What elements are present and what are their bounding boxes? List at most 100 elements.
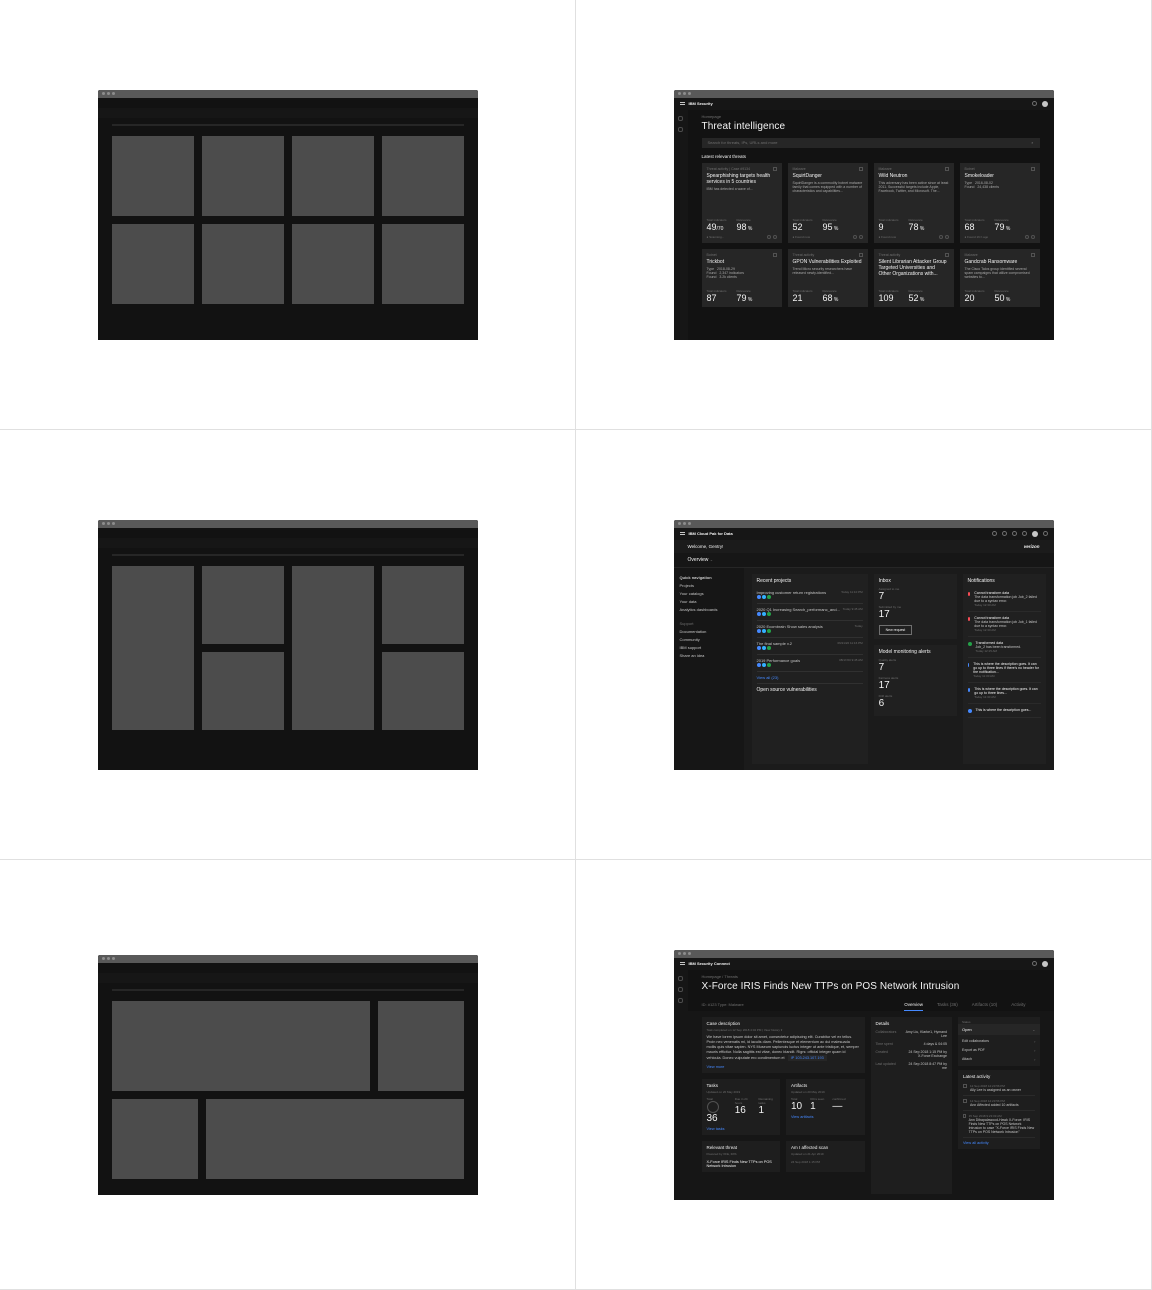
bookmark-icon[interactable] bbox=[1031, 167, 1035, 171]
left-rail bbox=[674, 970, 688, 1200]
checkbox-icon[interactable] bbox=[963, 1114, 966, 1118]
affected-panel: Am I affected scan Updated on 21 Apr 201… bbox=[786, 1141, 865, 1172]
nav-item[interactable]: Your data bbox=[680, 598, 738, 606]
notification-item[interactable]: Cannot transform dataThe data transforma… bbox=[968, 612, 1041, 637]
bookmark-icon[interactable] bbox=[1031, 253, 1035, 257]
monitoring-panel: Model monitoring alerts Quality alerts7F… bbox=[874, 645, 957, 716]
task-stat: Due in 24 hours16 bbox=[735, 1097, 751, 1124]
panel-title: Case description bbox=[707, 1021, 860, 1026]
wireframe-1 bbox=[98, 90, 478, 340]
search-icon[interactable] bbox=[992, 531, 997, 536]
cell-wireframe-3 bbox=[0, 860, 576, 1290]
view-icon[interactable] bbox=[1025, 235, 1029, 239]
notification-item[interactable]: Transformed dataJob_2 has been transform… bbox=[968, 637, 1041, 658]
status-dropdown[interactable]: Open⌄ bbox=[958, 1024, 1040, 1035]
project-row[interactable]: Improving customer return registrations … bbox=[757, 587, 863, 604]
header-bar bbox=[98, 973, 478, 983]
new-request-button[interactable]: New request bbox=[879, 625, 913, 635]
nav-item[interactable]: Your catalogs bbox=[680, 590, 738, 598]
notification-item[interactable]: This is where the description goes. It c… bbox=[968, 658, 1041, 683]
support-item[interactable]: IBM support bbox=[680, 644, 738, 652]
bookmark-icon[interactable] bbox=[773, 253, 777, 257]
bell-icon[interactable] bbox=[1032, 101, 1037, 106]
tab-activity[interactable]: Activity bbox=[1011, 1002, 1025, 1011]
partner-logo: verizon bbox=[1024, 544, 1040, 549]
share-icon[interactable] bbox=[1031, 235, 1035, 239]
threat-card[interactable]: Threat activity Silent Librarian Attacke… bbox=[874, 249, 954, 307]
nav-item[interactable]: Analytics dashboards bbox=[680, 606, 738, 614]
threat-card[interactable]: Threat activity | Case #9134 Spearphishi… bbox=[702, 163, 782, 243]
nav-item[interactable]: Projects bbox=[680, 582, 738, 590]
apps-icon[interactable] bbox=[1043, 531, 1048, 536]
view-activity-link[interactable]: View all activity bbox=[963, 1141, 1035, 1145]
checkbox-icon[interactable] bbox=[963, 1099, 967, 1103]
notification-item[interactable]: Cannot transform dataThe data transforma… bbox=[968, 587, 1041, 612]
rail-icon[interactable] bbox=[678, 998, 683, 1003]
view-more-link[interactable]: View more bbox=[707, 1065, 860, 1069]
ip-chip[interactable]: IP 103.243.107.193 bbox=[788, 1055, 827, 1061]
avatar[interactable] bbox=[1042, 961, 1048, 967]
view-icon[interactable] bbox=[939, 235, 943, 239]
threat-card[interactable]: Botnet SmokeloaderType 2016-08-02Found 2… bbox=[960, 163, 1040, 243]
menu-icon[interactable] bbox=[680, 962, 685, 965]
bookmark-icon[interactable] bbox=[945, 253, 949, 257]
view-artifacts-link[interactable]: View artifacts bbox=[791, 1115, 860, 1119]
share-icon[interactable] bbox=[859, 235, 863, 239]
panel-title: Notifications bbox=[968, 578, 1041, 584]
detail-field: Time spent4 days & 04:05 bbox=[876, 1040, 948, 1048]
action-item[interactable]: Edit collaborators› bbox=[962, 1037, 1036, 1046]
project-row[interactable]: 2019 Performance goals 08/17/20 9:45 AM bbox=[757, 655, 863, 672]
breadcrumb[interactable]: Homepage bbox=[688, 110, 1054, 119]
notification-item[interactable]: This is where the description goes. It c… bbox=[968, 683, 1041, 704]
bookmark-icon[interactable] bbox=[773, 167, 777, 171]
tab-overview[interactable]: Overview bbox=[904, 1002, 923, 1011]
rail-icon[interactable] bbox=[678, 987, 683, 992]
rail-icon[interactable] bbox=[678, 127, 683, 132]
tab-tasks[interactable]: Tasks (36) bbox=[937, 1002, 958, 1011]
details-panel: Details CollaboratorsAmy Liu, Klarke1, H… bbox=[871, 1017, 953, 1194]
project-row[interactable]: 2020 Q1 Increasing Search_performanc_and… bbox=[757, 604, 863, 621]
placeholder bbox=[292, 136, 374, 216]
threat-card[interactable]: Botnet TrickbotType 2018-08-29Found 2,34… bbox=[702, 249, 782, 307]
project-row[interactable]: 2020 Ecombrain Show sales analysis Today bbox=[757, 621, 863, 638]
bookmark-icon[interactable] bbox=[859, 253, 863, 257]
search-input[interactable]: Search for threats, IPs, URLs and more⌕ bbox=[702, 138, 1040, 148]
threat-card[interactable]: Malware Gandcrab RansomwareThe Cisco Tal… bbox=[960, 249, 1040, 307]
action-item[interactable]: Attach› bbox=[962, 1055, 1036, 1064]
breadcrumb[interactable]: Homepage / Threats bbox=[688, 970, 1054, 979]
panel-subtitle: Updated on 20 May 2019 bbox=[707, 1090, 776, 1094]
avatar[interactable] bbox=[1032, 531, 1038, 537]
activity-panel: Latest activity 12 Sep 2018 12:23:56 PMA… bbox=[958, 1070, 1040, 1149]
bell-icon[interactable] bbox=[1022, 531, 1027, 536]
view-all-link[interactable]: View all (23) bbox=[757, 675, 863, 680]
support-item[interactable]: Community bbox=[680, 636, 738, 644]
threat-card[interactable]: Malware SquirtDangerSquirtDanger is a co… bbox=[788, 163, 868, 243]
share-icon[interactable] bbox=[945, 235, 949, 239]
threat-card[interactable]: Threat activity GPON Vulnerabilities Exp… bbox=[788, 249, 868, 307]
bell-icon[interactable] bbox=[1032, 961, 1037, 966]
tab-artifacts[interactable]: Artifacts (10) bbox=[972, 1002, 998, 1011]
menu-icon[interactable] bbox=[680, 102, 685, 105]
bookmark-icon[interactable] bbox=[859, 167, 863, 171]
bookmark-icon[interactable] bbox=[945, 167, 949, 171]
rail-icon[interactable] bbox=[678, 976, 683, 981]
view-icon[interactable] bbox=[767, 235, 771, 239]
rail-icon[interactable] bbox=[678, 116, 683, 121]
support-item[interactable]: Documentation bbox=[680, 628, 738, 636]
gear-icon[interactable] bbox=[1012, 531, 1017, 536]
notification-item[interactable]: This is where the description goes... bbox=[968, 704, 1041, 718]
view-tasks-link[interactable]: View tasks bbox=[707, 1127, 776, 1131]
support-item[interactable]: Share an idea bbox=[680, 652, 738, 660]
panel-title: Relevant threat bbox=[707, 1145, 776, 1150]
checkbox-icon[interactable] bbox=[963, 1084, 967, 1088]
help-icon[interactable] bbox=[1002, 531, 1007, 536]
wireframe-3 bbox=[98, 955, 478, 1195]
share-icon[interactable] bbox=[773, 235, 777, 239]
menu-icon[interactable] bbox=[680, 532, 685, 535]
project-row[interactable]: The final sample v.2 06/21/20 11:16 PM bbox=[757, 638, 863, 655]
action-item[interactable]: Export as PDF› bbox=[962, 1046, 1036, 1055]
overview-dropdown[interactable]: Overview ⌄ bbox=[674, 553, 1054, 568]
avatar[interactable] bbox=[1042, 101, 1048, 107]
threat-card[interactable]: Malware Wild NeutronThis adversary has b… bbox=[874, 163, 954, 243]
view-icon[interactable] bbox=[853, 235, 857, 239]
